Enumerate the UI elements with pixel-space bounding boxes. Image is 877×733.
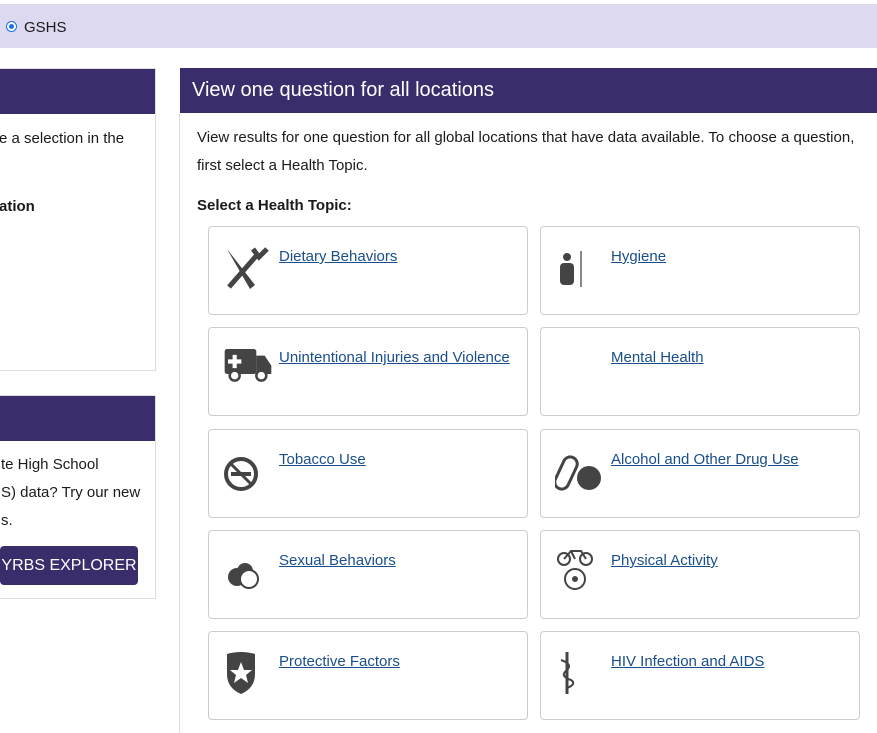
- yrbs-explorer-button[interactable]: YRBS EXPLORER: [0, 546, 138, 585]
- explorer-line-3: s.: [1, 512, 13, 529]
- none: [555, 344, 605, 394]
- fork-knife-icon: [223, 243, 273, 293]
- circles-icon: [223, 547, 273, 597]
- topic-link[interactable]: Protective Factors: [279, 653, 400, 670]
- topic-link[interactable]: Physical Activity: [611, 552, 718, 569]
- left-panel-header: [0, 69, 155, 114]
- left-panel: e a selection in the ation: [0, 68, 156, 371]
- bike-ball-icon: [555, 547, 605, 597]
- topic-card[interactable]: Physical Activity: [540, 529, 860, 619]
- survey-filter-bar: GSHS: [0, 4, 877, 48]
- topic-card[interactable]: Protective Factors: [208, 631, 528, 721]
- ambulance-icon: [223, 344, 273, 394]
- topic-card[interactable]: Alcohol and Other Drug Use: [540, 428, 860, 518]
- topic-card[interactable]: Hygiene: [540, 226, 860, 315]
- intro-line-1: View results for one question for all gl…: [197, 129, 855, 146]
- main-panel: View one question for all locations: [180, 68, 877, 113]
- shield-star-icon: [223, 648, 273, 698]
- topic-link[interactable]: Unintentional Injuries and Violence: [279, 349, 510, 366]
- explorer-panel-header: [0, 396, 155, 441]
- shower-icon: [555, 243, 605, 293]
- topic-link[interactable]: Hygiene: [611, 248, 666, 265]
- gshs-radio[interactable]: [6, 21, 17, 32]
- topic-card[interactable]: Dietary Behaviors: [208, 226, 528, 315]
- caduceus-icon: [555, 648, 605, 698]
- topic-link[interactable]: Mental Health: [611, 349, 704, 366]
- topic-link[interactable]: Alcohol and Other Drug Use: [611, 451, 799, 468]
- no-smoking-icon: [223, 446, 273, 496]
- topic-link[interactable]: HIV Infection and AIDS: [611, 653, 764, 670]
- divider: [179, 113, 180, 733]
- gshs-radio-label[interactable]: GSHS: [24, 19, 67, 36]
- topic-link[interactable]: Sexual Behaviors: [279, 552, 396, 569]
- intro-line-2: first select a Health Topic.: [197, 157, 368, 174]
- explorer-line-1: te High School: [1, 456, 99, 473]
- main-title: View one question for all locations: [180, 68, 877, 113]
- topic-card[interactable]: HIV Infection and AIDS: [540, 631, 860, 721]
- topic-link[interactable]: Dietary Behaviors: [279, 248, 397, 265]
- explorer-line-2: S) data? Try our new: [1, 484, 141, 501]
- pills-icon: [553, 446, 605, 496]
- select-topic-label: Select a Health Topic:: [197, 197, 352, 214]
- left-panel-bold: ation: [0, 198, 35, 215]
- left-panel-text: e a selection in the: [0, 130, 125, 147]
- topic-card[interactable]: Unintentional Injuries and Violence: [208, 327, 528, 417]
- topic-card[interactable]: Mental Health: [540, 327, 860, 417]
- topic-card[interactable]: Tobacco Use: [208, 428, 528, 518]
- topic-link[interactable]: Tobacco Use: [279, 451, 366, 468]
- topic-card[interactable]: Sexual Behaviors: [208, 529, 528, 619]
